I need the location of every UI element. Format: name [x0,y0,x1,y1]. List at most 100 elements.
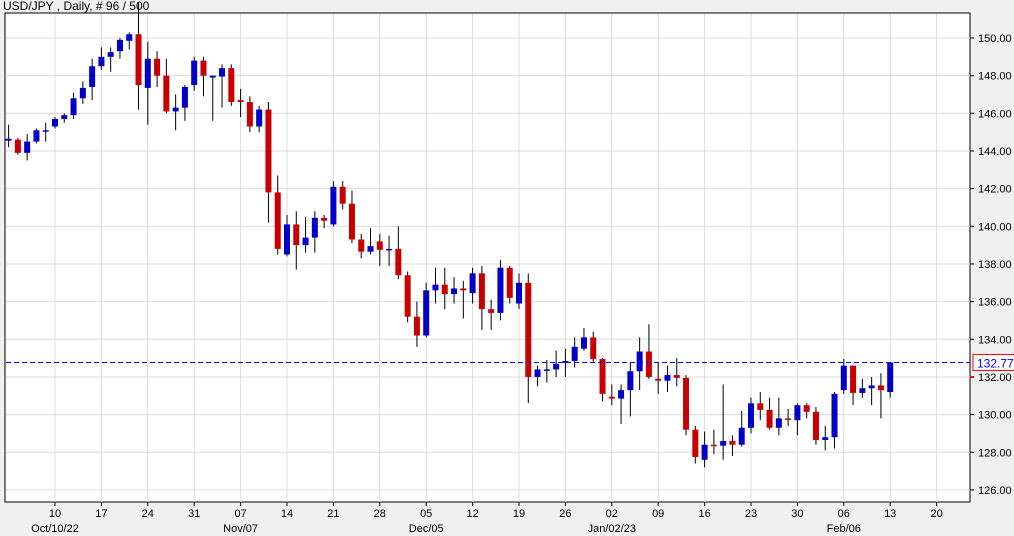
candle-body-up [469,273,476,294]
candle-body-up [98,56,105,67]
candle-body-down [488,309,495,313]
candle-body-down [673,375,680,378]
candle-body-up [859,388,866,393]
candle-body-down [163,75,170,112]
candle-body-down [877,385,884,391]
price-axis: 126.00 128.00 130.00 132.00 134.00 136.00 138.… [970,33,1012,497]
candle-body-down [478,273,485,310]
x-month-label: Feb/06 [827,523,861,535]
candle-body-down [404,275,411,317]
y-tick-label: 150.00 [978,33,1012,45]
candle-body-up [451,288,458,295]
candle-body-down [376,241,383,250]
x-tick-label: 09 [652,508,664,520]
candle-body-up [432,284,439,291]
x-tick-label: 20 [930,508,942,520]
candle-body-up [534,369,541,377]
candle-body-down [348,203,355,240]
candle-body-up [775,418,782,428]
y-tick-label: 134.00 [978,334,1012,346]
candle-body-down [321,217,328,221]
candle-body-up [126,34,133,41]
candle-body-up [423,290,430,336]
candle-body-up [116,39,123,52]
candle-body-up [330,186,337,225]
y-tick-label: 132.00 [978,372,1012,384]
y-tick-label: 138.00 [978,259,1012,271]
x-tick-label: 07 [234,508,246,520]
candle-body-up [42,130,49,132]
candle-body-down [729,440,736,445]
x-tick-label: 10 [49,508,61,520]
x-tick-label: 06 [838,508,850,520]
y-tick-label: 126.00 [978,485,1012,497]
candle-body-down [757,403,764,410]
candle-body-down [154,58,161,76]
x-tick-label: 31 [188,508,200,520]
x-tick-label: 12 [466,508,478,520]
candle-body-up [181,86,188,108]
candle-body-down [608,396,615,399]
candle-body-up [497,267,504,313]
candle-body-up [219,68,226,77]
candle-body-down [339,186,346,204]
candle-body-down [683,377,690,430]
candle-body-up [386,248,393,251]
candle-body-down [293,224,300,246]
x-tick-label: 26 [559,508,571,520]
x-month-label: Jan/02/23 [588,523,636,535]
candle-body-up [868,385,875,389]
candle-body-up [33,130,40,142]
candle-body-down [812,411,819,441]
candle-body-down [460,288,467,291]
x-tick-label: 28 [374,508,386,520]
candle-body-up [720,440,727,446]
candle-body-up [107,52,114,57]
candle-body-up [571,346,578,361]
candle-body-up [256,109,263,127]
x-tick-label: 13 [884,508,896,520]
candle-body-down [710,444,717,447]
candle-body-down [395,248,402,276]
candle-body-down [14,139,21,153]
x-tick-label: 23 [745,508,757,520]
candle-body-down [441,284,448,295]
x-month-label: Oct/10/22 [31,523,79,535]
y-tick-label: 130.00 [978,410,1012,422]
x-tick-label: 05 [420,508,432,520]
candle-body-up [822,437,829,441]
candle-body-up [840,365,847,391]
candle-body-down [413,316,420,336]
candle-body-down [237,100,244,103]
candle-body-down [850,365,857,393]
candle-body-up [209,75,216,78]
candle-body-up [794,405,801,421]
x-tick-label: 16 [698,508,710,520]
candle-body-up [748,403,754,428]
y-tick-label: 140.00 [978,221,1012,233]
candle-body-down [135,34,142,86]
candle-body-down [766,409,773,428]
candle-body-up [5,138,12,141]
candle-body-down [645,351,652,377]
candle-body-down [692,429,699,457]
y-tick-label: 142.00 [978,184,1012,196]
current-price-label: 132.77 [977,356,1014,370]
x-tick-label: 19 [513,508,525,520]
date-axis: 10 Oct/10/22 17 24 31 07 Nov/07 14 21 28 05 Dec/05 1… [31,502,943,535]
candle-body-up [302,237,309,246]
candle-body-up [284,224,290,255]
candle-body-up [172,107,179,112]
y-tick-label: 144.00 [978,146,1012,158]
x-tick-label: 21 [327,508,339,520]
candle-body-up [516,282,522,304]
candle-body-down [228,68,235,103]
candle-body-up [311,217,318,238]
candle-body-up [70,98,77,116]
candle-body-up [191,60,198,86]
x-tick-label: 17 [95,508,107,520]
candle-body-up [664,375,671,381]
candle-body-down [590,337,597,360]
y-tick-label: 136.00 [978,297,1012,309]
candle-body-up [52,118,58,127]
